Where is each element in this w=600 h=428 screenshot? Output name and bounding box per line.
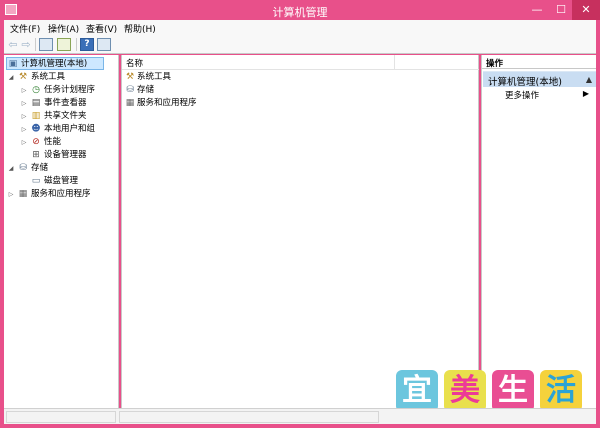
tools-icon: ⚒ [125,72,135,82]
watermark-logo: 宜 美 生 活 [396,370,584,412]
services-icon: ▦ [125,98,135,108]
tools-icon: ⚒ [18,72,28,82]
column-separator[interactable] [394,55,395,70]
status-cell [6,411,116,423]
menu-action[interactable]: 操作(A) [48,22,79,35]
column-name-header[interactable]: 名称 [126,57,143,69]
list-item[interactable]: ▦ 服务和应用程序 [124,97,324,110]
collapsed-arrow-icon[interactable]: ▷ [20,97,28,110]
export-list-icon[interactable] [57,38,71,51]
action-pane: 操作 计算机管理(本地) ▲ 更多操作 ▶ [481,55,596,408]
menu-help[interactable]: 帮助(H) [124,22,156,35]
console-tree-pane: ▣ 计算机管理(本地) ◢ ⚒ 系统工具 ▷ ◷ 任务计划程序 ▷ ▤ 事件查看… [4,55,119,408]
tree-item-disk-management[interactable]: ▭ 磁盘管理 [6,175,116,188]
action-pane-header: 操作 [482,55,596,69]
expanded-arrow-icon[interactable]: ◢ [7,162,15,175]
tree-item-performance[interactable]: ▷ ⊘ 性能 [6,136,116,149]
device-manager-icon: ⊞ [32,150,40,160]
collapsed-arrow-icon[interactable]: ▷ [20,84,28,97]
window-title: 计算机管理 [272,6,328,19]
tree-item-task-scheduler[interactable]: ▷ ◷ 任务计划程序 [6,84,116,97]
collapsed-arrow-icon[interactable]: ▷ [20,123,28,136]
toolbar: ⇦ ⇨ ? [4,35,596,54]
clock-icon: ◷ [32,85,40,95]
console-tree-icon[interactable] [39,38,53,51]
results-pane: 名称 ⚒ 系统工具 ⛁ 存储 ▦ 服务和应用程序 [121,55,479,408]
toolbar-separator [76,38,77,51]
forward-arrow-icon[interactable]: ⇨ [20,38,32,51]
collapse-arrow-icon[interactable]: ▲ [586,75,592,84]
collapsed-arrow-icon[interactable]: ▷ [7,188,15,201]
action-section-computer-management[interactable]: 计算机管理(本地) ▲ [483,71,596,88]
maximize-button[interactable]: ☐ [548,0,574,20]
tree-item-shared-folders[interactable]: ▷ ▥ 共享文件夹 [6,110,116,123]
services-icon: ▦ [18,189,28,199]
tree-item-computer-management[interactable]: ▣ 计算机管理(本地) [6,57,104,70]
more-actions-item[interactable]: 更多操作 ▶ [483,88,596,102]
computer-icon: ▣ [8,59,18,69]
status-cell [119,411,379,423]
watermark-char: 宜 [396,370,438,412]
expanded-arrow-icon[interactable]: ◢ [7,71,15,84]
toolbar-separator [35,38,36,51]
menu-view[interactable]: 查看(V) [86,22,117,35]
status-bar [4,408,596,424]
performance-icon: ⊘ [32,137,40,147]
close-button[interactable]: ✕ [572,0,600,20]
disk-icon: ▭ [31,176,41,186]
title-bar: 计算机管理 — ☐ ✕ [0,0,600,20]
storage-icon: ⛁ [126,85,134,95]
list-item[interactable]: ⛁ 存储 [124,84,324,97]
menu-file[interactable]: 文件(F) [10,22,40,35]
storage-icon: ⛁ [19,163,27,173]
tree-item-system-tools[interactable]: ◢ ⚒ 系统工具 [6,71,116,84]
minimize-button[interactable]: — [524,0,550,20]
watermark-char: 活 [540,370,582,412]
tree-item-storage[interactable]: ◢ ⛁ 存储 [6,162,116,175]
submenu-arrow-icon: ▶ [582,89,589,98]
list-item[interactable]: ⚒ 系统工具 [124,71,324,84]
back-arrow-icon[interactable]: ⇦ [7,38,19,51]
users-icon: ☻ [31,124,41,134]
tree-item-event-viewer[interactable]: ▷ ▤ 事件查看器 [6,97,116,110]
event-log-icon: ▤ [31,98,41,108]
action-pane-icon[interactable] [97,38,111,51]
collapsed-arrow-icon[interactable]: ▷ [20,136,28,149]
collapsed-arrow-icon[interactable]: ▷ [20,110,28,123]
watermark-char: 美 [444,370,486,412]
tree-item-local-users[interactable]: ▷ ☻ 本地用户和组 [6,123,116,136]
menu-bar: 文件(F) 操作(A) 查看(V) 帮助(H) [4,20,596,35]
tree-item-device-manager[interactable]: ⊞ 设备管理器 [6,149,116,162]
column-header: 名称 [122,55,479,70]
watermark-char: 生 [492,370,534,412]
tree-item-services-applications[interactable]: ▷ ▦ 服务和应用程序 [6,188,116,201]
help-icon[interactable]: ? [80,38,94,51]
shared-folder-icon: ▥ [31,111,41,121]
